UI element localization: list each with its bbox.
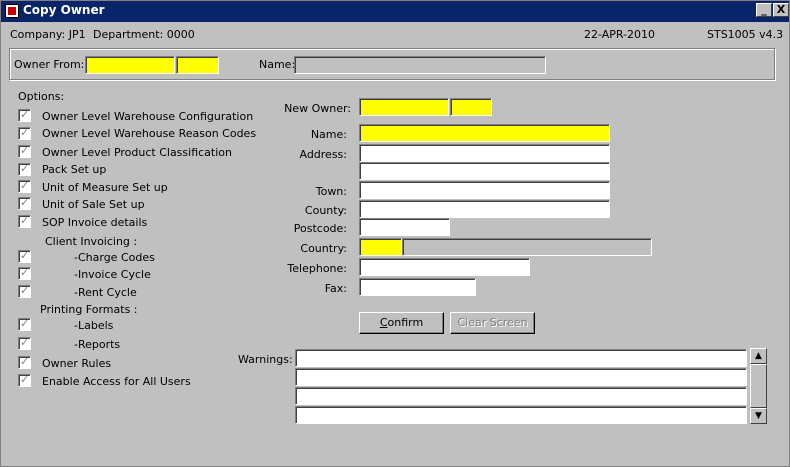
copy-owner-window: Copy Owner _ X Company: JP1 Department: …	[0, 0, 790, 467]
option-label: Owner Level Product Classification	[42, 146, 232, 159]
scroll-down-icon[interactable]: ▼	[750, 408, 767, 424]
country-name-field	[402, 238, 652, 256]
option-label: -Reports	[74, 338, 121, 351]
new-owner-code-field[interactable]	[359, 98, 449, 116]
option-checkbox-owner-rules[interactable]: ✓	[18, 355, 31, 369]
option-checkbox-warehouse-reason[interactable]: ✓	[18, 126, 31, 140]
warnings-scrollbar[interactable]: ▲ ▼	[750, 348, 767, 424]
town-label: Town:	[315, 185, 347, 198]
option-checkbox-uom-setup[interactable]: ✓	[18, 179, 31, 193]
warning-line-1	[295, 349, 747, 367]
version-label: STS1005 v4.3	[707, 28, 784, 41]
postcode-field[interactable]	[359, 218, 450, 236]
warning-line-2	[295, 368, 747, 386]
scroll-thumb[interactable]	[750, 364, 767, 408]
date-label: 22-APR-2010	[584, 28, 656, 41]
address-label: Address:	[299, 148, 347, 161]
owner-from-name-label: Name:	[259, 58, 296, 71]
county-label: County:	[304, 204, 347, 217]
option-checkbox-enable-access[interactable]: ✓	[18, 373, 31, 387]
county-field[interactable]	[359, 200, 610, 218]
confirm-button[interactable]: Confirm	[359, 312, 444, 334]
address-line2-field[interactable]	[359, 162, 610, 180]
warning-line-3	[295, 387, 747, 405]
title-bar: Copy Owner _ X	[1, 1, 789, 22]
owner-from-name-field	[294, 56, 546, 74]
town-field[interactable]	[359, 181, 610, 199]
fax-field[interactable]	[359, 278, 476, 296]
option-label: -Labels	[74, 319, 114, 332]
option-label: Unit of Sale Set up	[42, 198, 145, 211]
address-line1-field[interactable]	[359, 144, 610, 162]
confirm-button-label: Confirm	[379, 316, 424, 329]
owner-from-subcode-field[interactable]	[176, 56, 219, 74]
option-label: Owner Level Warehouse Configuration	[42, 110, 254, 123]
country-code-field[interactable]	[359, 238, 402, 256]
option-checkbox-pack-setup[interactable]: ✓	[18, 162, 31, 176]
option-label: Owner Rules	[42, 357, 112, 370]
option-label: -Invoice Cycle	[74, 268, 151, 281]
option-checkbox-rent-cycle[interactable]: ✓	[18, 284, 31, 298]
window-title: Copy Owner	[23, 3, 105, 17]
department-label: Department: 0000	[93, 28, 195, 41]
telephone-field[interactable]	[359, 258, 530, 276]
postcode-label: Postcode:	[293, 222, 347, 235]
new-owner-name-field[interactable]	[359, 124, 610, 142]
option-checkbox-uos-setup[interactable]: ✓	[18, 196, 31, 210]
telephone-label: Telephone:	[287, 262, 347, 275]
option-checkbox-invoice-cycle[interactable]: ✓	[18, 266, 31, 280]
owner-from-label: Owner From:	[14, 58, 85, 71]
company-label: Company: JP1	[10, 28, 86, 41]
warnings-label: Warnings:	[238, 353, 293, 366]
minimize-button[interactable]: _	[756, 3, 772, 17]
scroll-up-icon[interactable]: ▲	[750, 348, 767, 364]
option-checkbox-warehouse-config[interactable]: ✓	[18, 108, 31, 122]
option-checkbox-reports[interactable]: ✓	[18, 336, 31, 350]
option-checkbox-sop-invoice[interactable]: ✓	[18, 214, 31, 228]
option-label: SOP Invoice details	[42, 216, 148, 229]
name-label: Name:	[310, 128, 347, 141]
printing-formats-label: Printing Formats :	[40, 303, 138, 316]
option-label: Pack Set up	[42, 163, 107, 176]
new-owner-subcode-field[interactable]	[450, 98, 492, 116]
clear-screen-button-label: Clear Screen	[457, 316, 528, 329]
option-checkbox-charge-codes[interactable]: ✓	[18, 249, 31, 263]
fax-label: Fax:	[324, 282, 347, 295]
close-button[interactable]: X	[773, 3, 789, 17]
new-owner-label: New Owner:	[284, 102, 351, 115]
app-icon	[5, 4, 19, 18]
option-checkbox-product-class[interactable]: ✓	[18, 144, 31, 158]
clear-screen-button[interactable]: Clear Screen	[450, 312, 535, 334]
options-label: Options:	[18, 90, 65, 103]
option-label: Owner Level Warehouse Reason Codes	[42, 127, 257, 140]
country-label: Country:	[300, 242, 347, 255]
option-label: Enable Access for All Users	[42, 375, 191, 388]
option-label: Unit of Measure Set up	[42, 181, 168, 194]
owner-from-code-field[interactable]	[85, 56, 175, 74]
option-label: -Rent Cycle	[74, 286, 137, 299]
warning-line-4	[295, 406, 747, 424]
client-invoicing-label: Client Invoicing :	[45, 235, 138, 248]
option-checkbox-labels[interactable]: ✓	[18, 317, 31, 331]
option-label: -Charge Codes	[74, 251, 155, 264]
